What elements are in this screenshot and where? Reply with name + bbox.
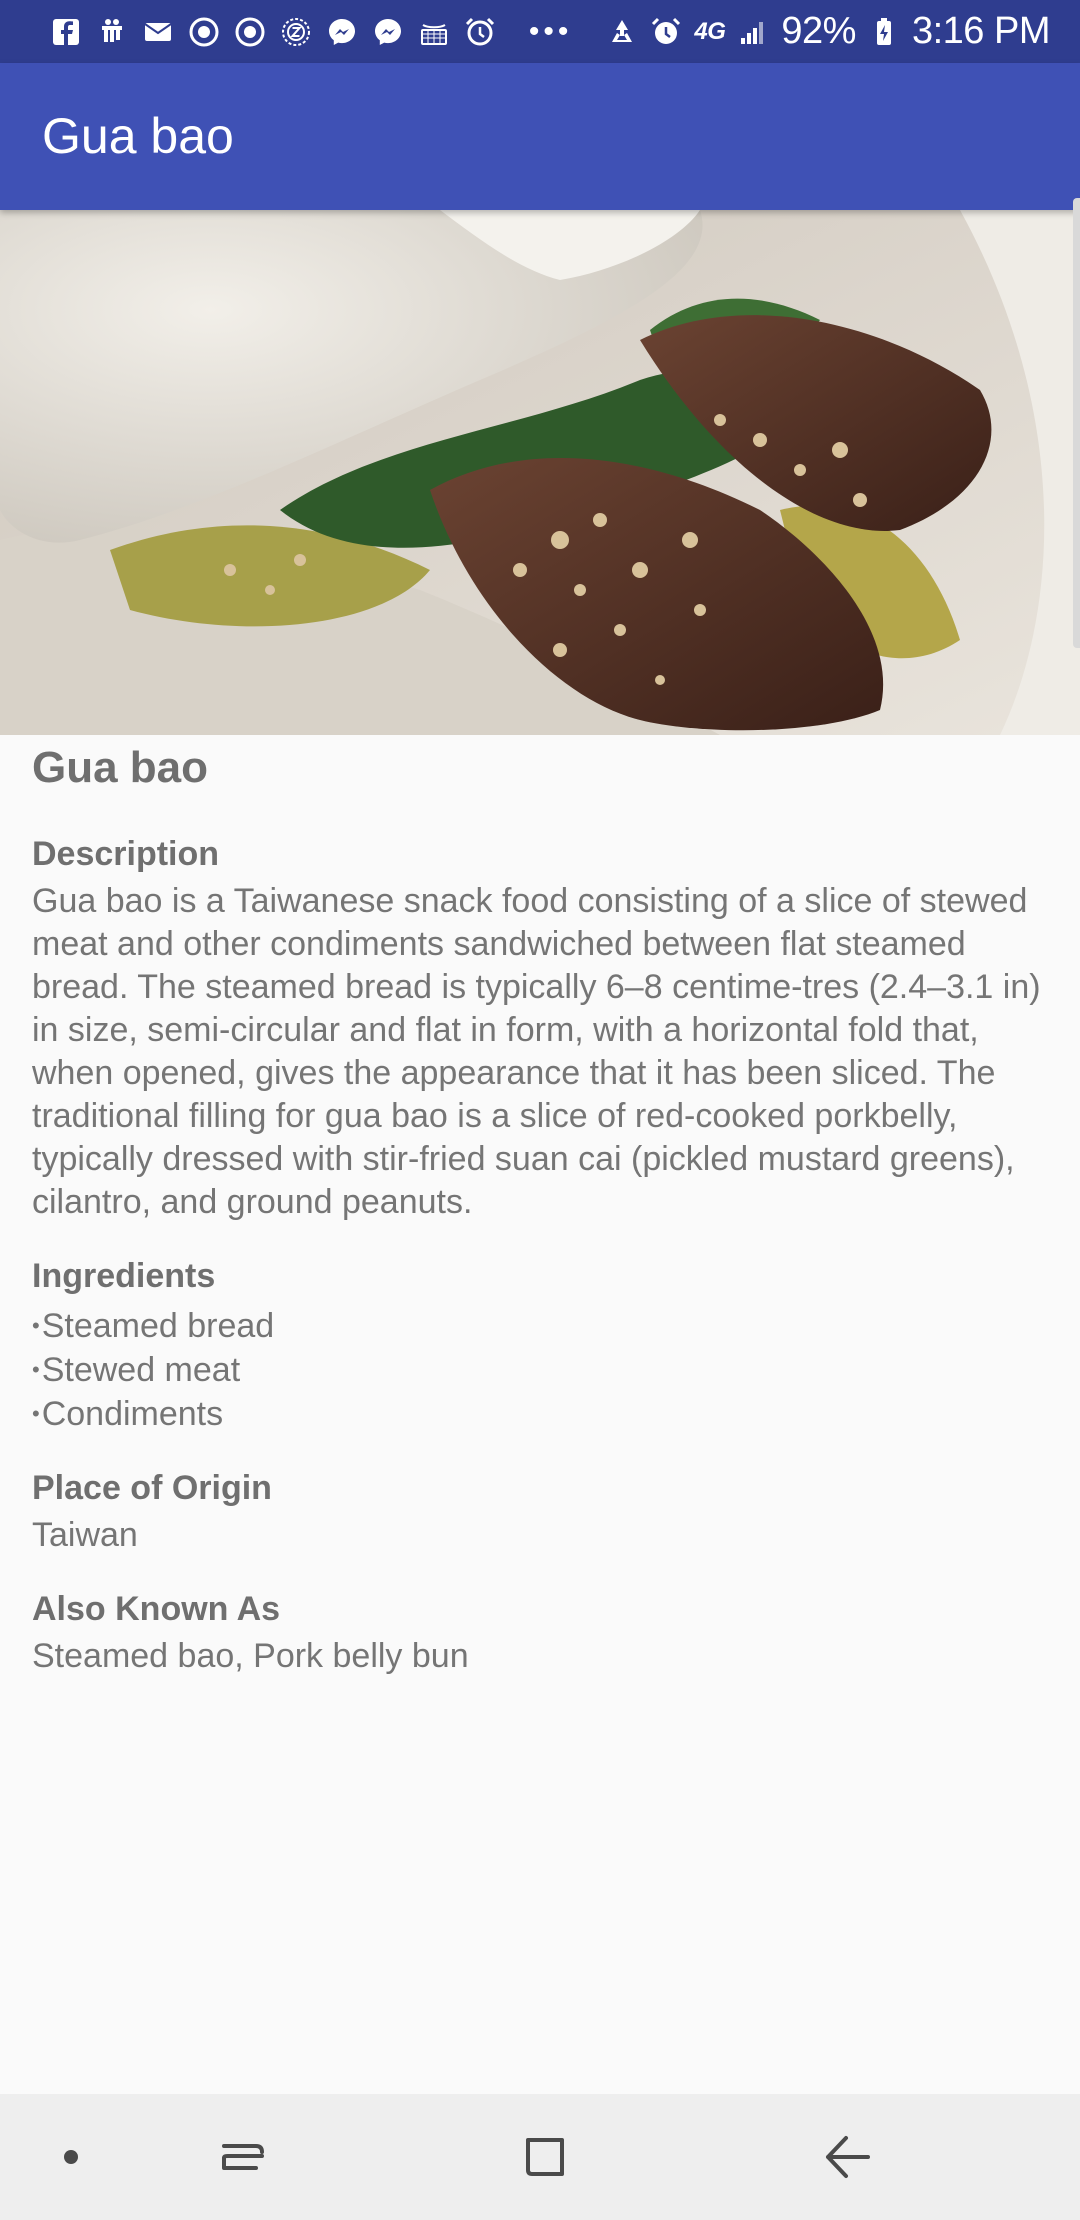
origin-label: Place of Origin [32, 1466, 1052, 1510]
food-detail: Gua bao Description Gua bao is a Taiwane… [32, 740, 1052, 1708]
amazon-icon [418, 16, 450, 48]
description-text: Gua bao is a Taiwanese snack food consis… [32, 880, 1052, 1224]
dot-icon[interactable] [38, 2124, 104, 2190]
app-bar-title: Gua bao [42, 107, 234, 165]
battery-percentage: 92% [781, 10, 856, 53]
notification-icons [50, 16, 496, 48]
food-name: Gua bao [32, 740, 1052, 796]
target-icon [234, 16, 266, 48]
z-badge-icon [280, 16, 312, 48]
network-type-label: 4G [694, 18, 725, 46]
scroll-indicator[interactable] [1073, 198, 1080, 648]
back-icon[interactable] [814, 2124, 880, 2190]
target-icon [188, 16, 220, 48]
list-item: •Stewed meat [32, 1348, 1052, 1392]
mail-icon [142, 16, 174, 48]
recent-apps-icon[interactable] [210, 2124, 276, 2190]
list-item: •Steamed bread [32, 1304, 1052, 1348]
ingredients-list: •Steamed bread •Stewed meat •Condiments [32, 1304, 1052, 1436]
battery-charging-icon [868, 16, 900, 48]
alarm-icon [650, 16, 682, 48]
description-label: Description [32, 832, 1052, 876]
more-notifications-indicator: ••• [529, 15, 573, 49]
facebook-icon [50, 16, 82, 48]
list-item: •Condiments [32, 1392, 1052, 1436]
data-saver-icon [606, 16, 638, 48]
system-status: ••• 4G 92% 3:16 PM [521, 10, 1050, 53]
food-image [0, 210, 1080, 735]
aka-text: Steamed bao, Pork belly bun [32, 1635, 1052, 1678]
clock: 3:16 PM [912, 10, 1050, 53]
signal-icon [737, 16, 769, 48]
origin-text: Taiwan [32, 1514, 1052, 1557]
messenger-icon [326, 16, 358, 48]
alarm-icon [464, 16, 496, 48]
home-icon[interactable] [512, 2124, 578, 2190]
ingredients-label: Ingredients [32, 1254, 1052, 1298]
status-bar: ••• 4G 92% 3:16 PM [0, 0, 1080, 63]
hand-icon [96, 16, 128, 48]
messenger-icon [372, 16, 404, 48]
aka-label: Also Known As [32, 1587, 1052, 1631]
navigation-bar [0, 2094, 1080, 2220]
app-bar: Gua bao [0, 63, 1080, 210]
